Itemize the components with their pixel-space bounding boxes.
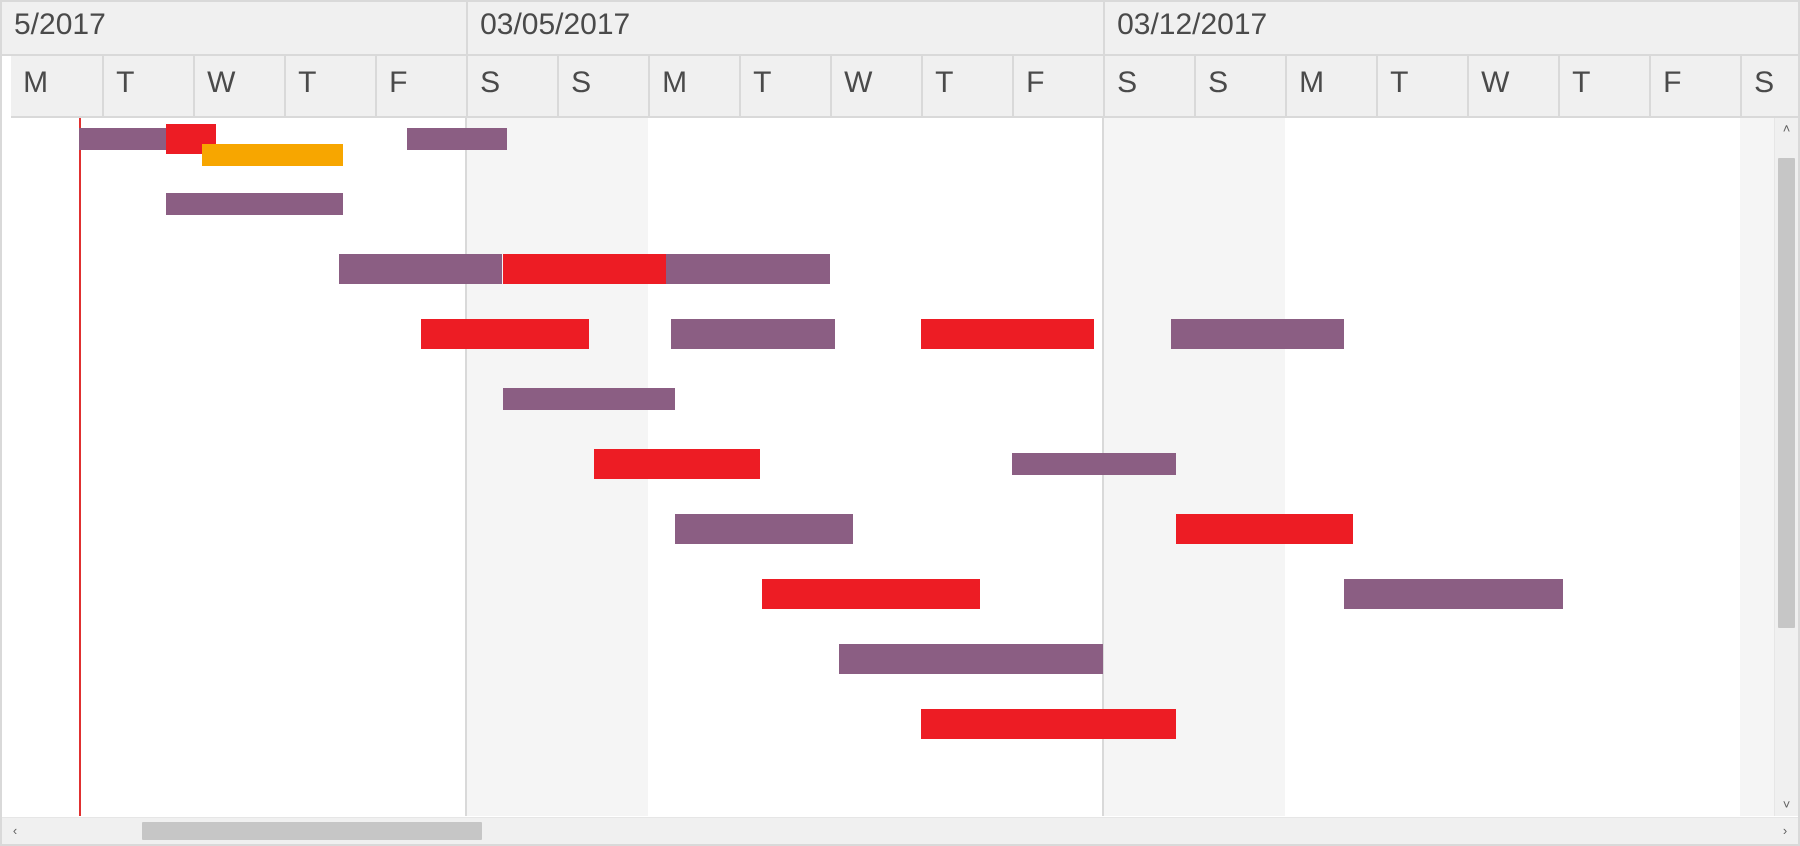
task-bar[interactable]: [839, 644, 1103, 674]
scroll-down-icon[interactable]: ˅: [1775, 794, 1798, 816]
task-bar[interactable]: [1176, 514, 1353, 544]
task-bar[interactable]: [421, 319, 589, 349]
day-header: S: [466, 56, 557, 118]
today-line: [79, 118, 81, 816]
task-bar[interactable]: [407, 128, 507, 150]
week-header-label: 03/12/2017: [1117, 8, 1267, 42]
day-header: W: [830, 56, 921, 118]
day-header: S: [1740, 56, 1800, 118]
day-header: M: [648, 56, 739, 118]
task-bar[interactable]: [166, 193, 343, 215]
task-bar[interactable]: [339, 254, 503, 284]
task-bar[interactable]: [503, 254, 667, 284]
day-header: M: [1285, 56, 1376, 118]
day-header: T: [921, 56, 1012, 118]
day-header: M: [11, 56, 102, 118]
task-bar[interactable]: [202, 144, 343, 166]
scroll-right-icon[interactable]: ›: [1772, 818, 1798, 844]
vertical-scrollbar-thumb[interactable]: [1778, 158, 1795, 628]
weekend-shade: [1194, 118, 1285, 816]
task-bar[interactable]: [503, 388, 676, 410]
day-header: S: [1103, 56, 1194, 118]
task-bar[interactable]: [762, 579, 980, 609]
task-bar[interactable]: [921, 319, 1094, 349]
weekend-shade: [466, 118, 557, 816]
task-bar[interactable]: [675, 514, 852, 544]
horizontal-scrollbar[interactable]: ‹ ›: [2, 817, 1798, 844]
day-header: F: [375, 56, 466, 118]
day-header: T: [102, 56, 193, 118]
day-header: T: [1558, 56, 1649, 118]
day-header: W: [1467, 56, 1558, 118]
day-header: T: [739, 56, 830, 118]
scroll-left-icon[interactable]: ‹: [2, 818, 28, 844]
day-header: W: [193, 56, 284, 118]
day-header: S: [1194, 56, 1285, 118]
vertical-scrollbar[interactable]: ˄ ˅: [1774, 118, 1798, 816]
day-header: F: [1012, 56, 1103, 118]
task-bar[interactable]: [594, 449, 761, 479]
task-bar[interactable]: [1344, 579, 1562, 609]
gantt-chart[interactable]: 5/201703/05/201703/12/2017 MTWTFSSMTWTFS…: [0, 0, 1800, 846]
week-header: 03/12/2017: [1103, 2, 1798, 56]
gantt-body[interactable]: [2, 118, 1798, 816]
task-bar[interactable]: [1012, 453, 1176, 475]
day-header: F: [1649, 56, 1740, 118]
horizontal-scrollbar-thumb[interactable]: [142, 822, 482, 840]
scroll-up-icon[interactable]: ˄: [1775, 118, 1798, 140]
day-header: T: [284, 56, 375, 118]
day-header: S: [557, 56, 648, 118]
week-divider: [465, 118, 467, 816]
week-header: 03/05/2017: [466, 2, 1103, 56]
day-header: T: [1376, 56, 1467, 118]
week-header-label: 5/2017: [14, 8, 106, 42]
task-bar[interactable]: [1171, 319, 1344, 349]
week-header: 5/2017: [2, 2, 466, 56]
task-bar[interactable]: [666, 254, 830, 284]
task-bar[interactable]: [671, 319, 835, 349]
task-bar[interactable]: [921, 709, 1176, 739]
week-header-label: 03/05/2017: [480, 8, 630, 42]
task-bar[interactable]: [79, 128, 165, 150]
